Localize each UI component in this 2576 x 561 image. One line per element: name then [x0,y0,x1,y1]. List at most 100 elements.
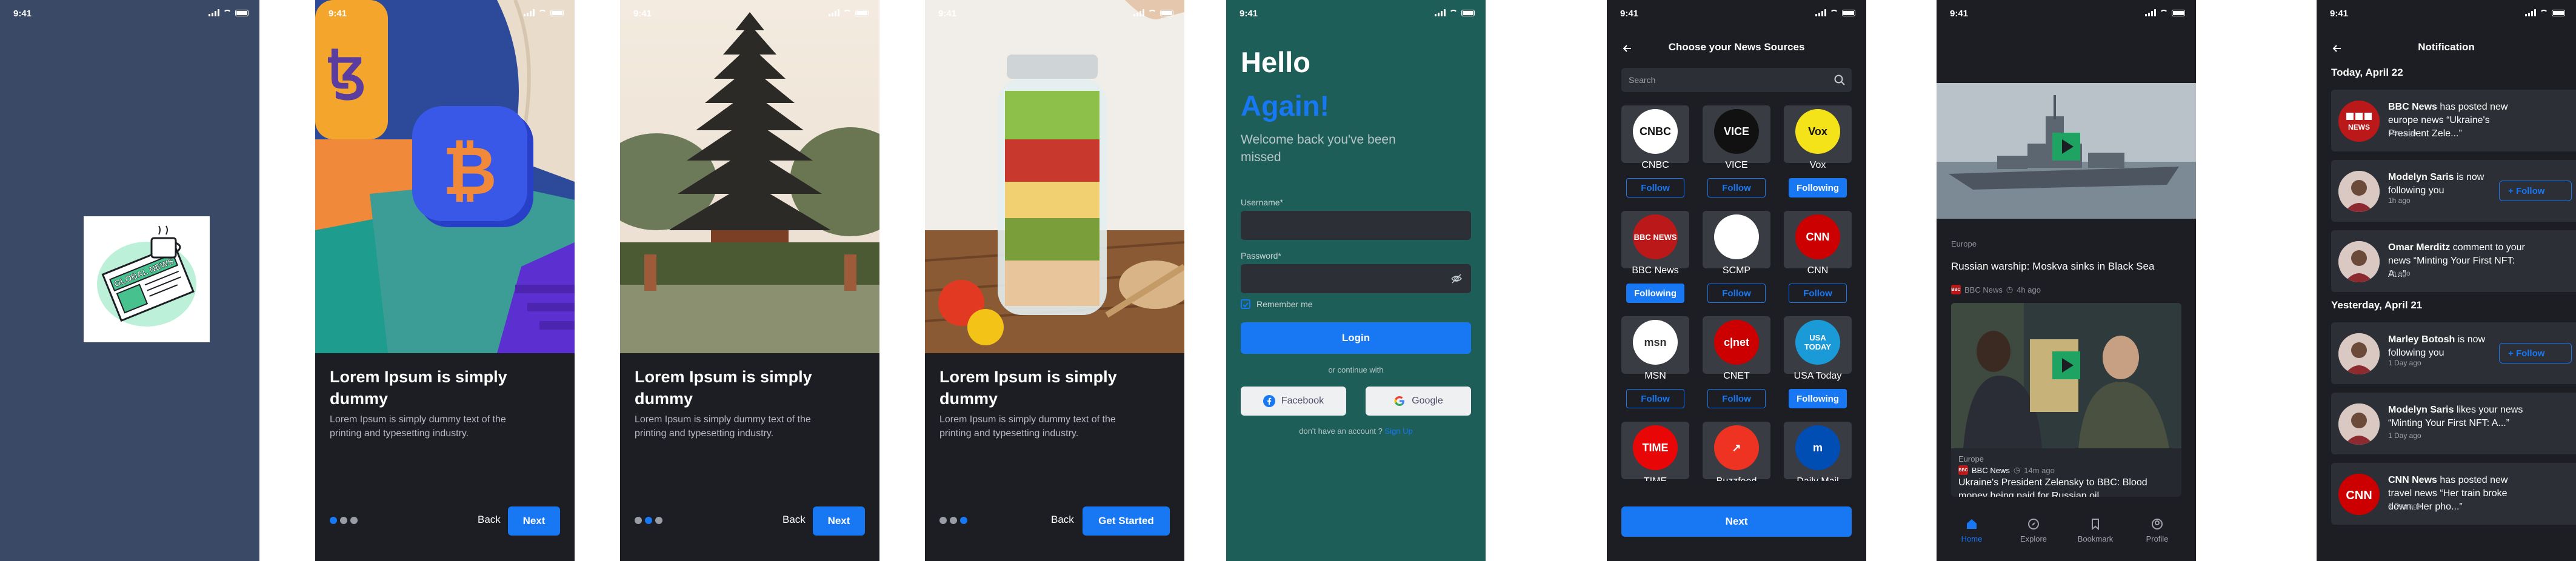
get-started-button[interactable]: Get Started [1083,506,1170,536]
notification-time: 1 Day ago [2388,359,2421,367]
cnn-icon: CNN [2338,474,2380,515]
status-bar: 9:41 [620,0,879,27]
follow-button[interactable]: Follow [1707,178,1766,198]
notification-actor: Marley Botosh [2388,334,2455,345]
notification-item[interactable]: CNN CNN News has posted new travel news “… [2331,463,2576,525]
notification-text: Marley Botosh is now following you [2388,333,2491,360]
tab-label: Home [1961,534,1983,543]
wifi-icon [2540,10,2548,16]
password-label: Password* [1241,251,1281,261]
tab-explore[interactable]: Explore [2009,517,2058,543]
search-input[interactable]: Search [1621,68,1852,92]
status-icons [1435,9,1475,16]
follow-button[interactable]: Follow [1626,178,1684,198]
bbc-news-icon: BBC [1951,285,1961,294]
bookmark-icon [2092,519,2099,531]
status-icons [829,9,869,16]
news-source-card[interactable]: CNBC CNBC Follow [1621,105,1689,202]
username-label: Username* [1241,198,1284,207]
follow-button[interactable]: Following [1626,284,1684,303]
status-icons [2145,9,2185,16]
wifi-icon [223,10,232,16]
plus-icon: + [2508,348,2516,359]
google-button[interactable]: Google [1366,387,1471,416]
status-icons [1133,9,1173,16]
play-video-icon[interactable] [2052,133,2080,161]
search-icon[interactable] [1834,74,1846,86]
notification-item[interactable]: Marley Botosh is now following you 1 Day … [2331,322,2576,384]
article-card[interactable]: Europe BBC BBC News ◷ 14m ago Ukraine's … [1951,303,2181,497]
login-screen: Hello Again! Welcome back you've been mi… [1226,0,1486,561]
news-source-card[interactable]: BBC NEWS BBC News Following [1621,211,1689,308]
news-source-card[interactable]: msn MSN Follow [1621,316,1689,413]
play-video-icon[interactable] [2052,351,2080,379]
article-meta: BBC BBC News ◷ 4h ago [1951,285,2041,294]
onboarding-description: Lorem Ipsum is simply dummy text of the … [939,414,1116,439]
follow-button[interactable]: Follow [1707,389,1766,408]
news-source-card[interactable]: Vox Vox Following [1784,105,1852,202]
source-logo: msn [1633,320,1678,365]
status-time: 9:41 [13,8,32,19]
news-source-card[interactable]: m Daily Mail [1784,422,1852,481]
facebook-label: Facebook [1281,396,1324,406]
news-source-card[interactable]: SCMP Follow [1703,211,1770,308]
notification-time: 1h ago [2388,196,2411,205]
next-button[interactable]: Next [508,506,560,536]
follow-button[interactable]: Following [1789,389,1847,408]
page-indicator [635,517,662,524]
follow-button[interactable]: + Follow [2499,181,2572,201]
tab-bookmark[interactable]: Bookmark [2071,517,2120,543]
status-bar: 9:41 [315,0,575,27]
follow-button[interactable]: Follow [1626,389,1684,408]
notification-actor: CNN News [2388,475,2437,485]
news-source-card[interactable]: TIME TIME [1621,422,1689,481]
article-headline[interactable]: Russian warship: Moskva sinks in Black S… [1951,259,2181,274]
svg-text:NEWS: NEWS [2348,123,2370,131]
notification-text: Modelyn Saris is now following you [2388,171,2491,198]
onboarding-illustration-pagoda [620,0,879,353]
follow-button[interactable]: Follow [1789,284,1847,303]
username-field[interactable] [1241,211,1471,240]
next-button[interactable]: Next [813,506,865,536]
status-icons [1815,9,1855,16]
tab-home[interactable]: Home [1947,517,1996,543]
password-field[interactable] [1241,264,1471,293]
status-time: 9:41 [329,8,347,19]
source-logo-text: CNN [1806,230,1830,243]
onboarding-illustration-salad [925,0,1184,353]
tab-profile[interactable]: Profile [2133,517,2181,543]
avatar [2338,333,2380,374]
news-source-card[interactable]: CNN CNN Follow [1784,211,1852,308]
notification-item[interactable]: Modelyn Saris is now following you 1h ago… [2331,160,2576,222]
notification-actor: BBC News [2388,102,2437,112]
google-icon [1394,396,1405,406]
date-header-yesterday: Yesterday, April 21 [2331,299,2423,311]
wifi-icon [538,10,547,16]
notification-item[interactable]: Omar Merditz comment to your news “Minti… [2331,230,2576,292]
remember-checkbox[interactable] [1241,299,1250,309]
battery-icon [2552,9,2565,16]
back-button[interactable]: Back [478,514,501,526]
follow-button[interactable]: Following [1789,178,1847,198]
next-button[interactable]: Next [1621,506,1852,537]
back-button[interactable]: Back [1051,514,1074,526]
back-button[interactable]: Back [782,514,806,526]
plus-icon: + [2508,185,2516,196]
source-logo-text: msn [1644,336,1667,348]
notification-item[interactable]: NEWS BBC News has posted new europe news … [2331,90,2576,151]
signal-icon [829,9,839,16]
follow-button[interactable]: + Follow [2499,343,2572,363]
news-source-card[interactable]: USA TODAY USA Today Following [1784,316,1852,413]
news-source-card[interactable]: VICE VICE Follow [1703,105,1770,202]
notification-item[interactable]: Modelyn Saris likes your news “Minting Y… [2331,393,2576,454]
sign-up-link[interactable]: Sign Up [1385,427,1413,436]
hide-password-icon[interactable] [1450,273,1463,285]
login-button[interactable]: Login [1241,322,1471,354]
news-source-card[interactable]: c|net CNET Follow [1703,316,1770,413]
follow-button[interactable]: Follow [1707,284,1766,303]
news-source-card[interactable]: ↗ Buzzfeed [1703,422,1770,481]
battery-icon [550,9,564,16]
onboarding-description: Lorem Ipsum is simply dummy text of the … [635,414,811,439]
facebook-button[interactable]: Facebook [1241,387,1346,416]
status-icons [524,9,564,16]
